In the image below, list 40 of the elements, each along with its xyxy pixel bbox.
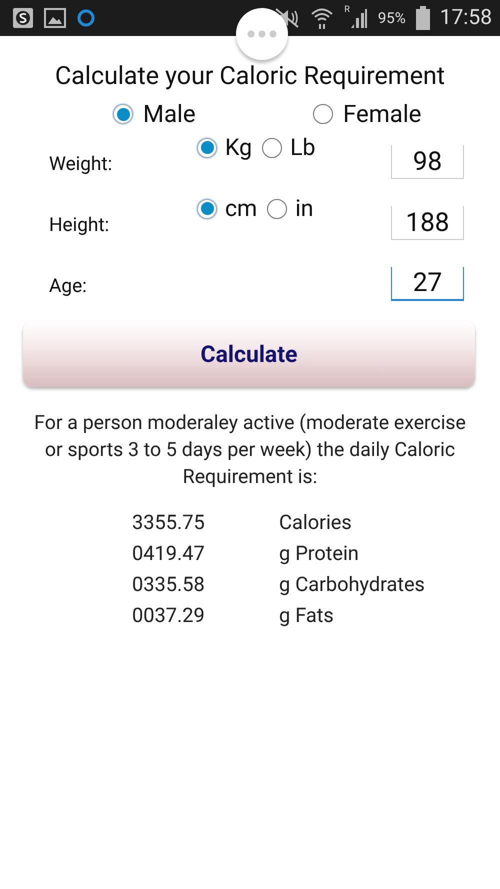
unit-label[interactable]: cm [225,195,258,222]
result-description: For a person moderaley active (moderate exercise or sports 3 to 5 days per week) the daily Caloric Requirement is: [33,410,467,490]
battery-icon [416,6,430,30]
option-label[interactable]: Female [343,100,422,128]
field-label: Height: [49,213,110,238]
radio-button[interactable] [113,104,133,124]
unit-label[interactable]: Kg [225,134,252,161]
unit-label[interactable]: in [295,195,314,222]
option-label[interactable]: Male [143,100,196,128]
radio-button[interactable] [197,138,217,158]
result-value: 0037.29 [132,602,206,629]
result-unit: Calories [279,509,353,536]
sync-icon [76,8,96,28]
radio-button[interactable] [313,104,333,124]
radio-button[interactable] [197,198,217,218]
radio-button[interactable] [262,138,282,158]
number-field[interactable]: 27 [391,267,464,301]
menu-bubble[interactable] [236,8,288,60]
image-icon [44,8,66,28]
result-value: 0335.58 [132,571,206,598]
unit-label[interactable]: Lb [290,134,316,161]
clock: 17:58 [440,6,492,30]
battery-percent: 95% [378,9,406,27]
number-field[interactable]: 98 [391,145,464,179]
wifi-icon [310,6,334,30]
roaming-indicator: R [344,5,350,15]
app-icon [12,7,34,29]
result-value: 0419.47 [132,540,206,567]
number-field[interactable]: 188 [391,206,464,240]
radio-button[interactable] [267,198,288,218]
result-unit: g Fats [279,602,335,629]
result-unit: g Carbohydrates [279,571,426,598]
more-icon [247,30,277,38]
field-label: Weight: [49,152,114,177]
calculate-button[interactable]: Calculate [23,321,475,387]
field-label: Age: [49,274,88,299]
page-title: Calculate your Caloric Requirement [54,61,446,93]
result-unit: g Protein [279,540,360,567]
signal-icon [350,7,368,29]
result-value: 3355.75 [132,509,206,536]
